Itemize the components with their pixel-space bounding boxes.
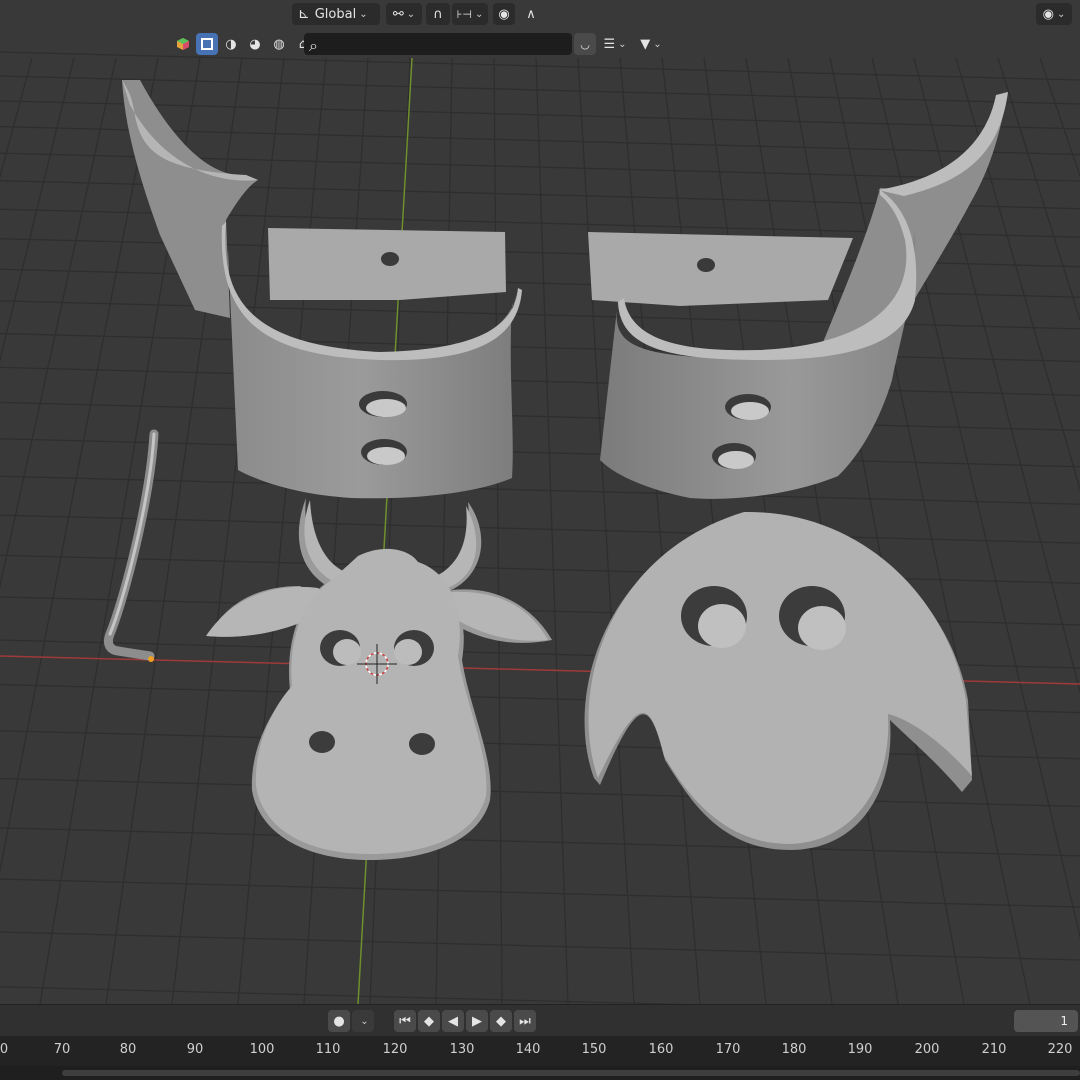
arc-icon: ◡ bbox=[580, 37, 590, 51]
ruler-tick-130: 130 bbox=[449, 1042, 475, 1057]
orientation-label: Global bbox=[314, 6, 357, 22]
falloff-dropdown[interactable]: ∧ bbox=[517, 3, 545, 25]
select-mode-bar: ◑ ◕ ◍ ⌂ bbox=[172, 33, 314, 55]
timeline-scrollbar[interactable] bbox=[0, 1066, 1080, 1080]
viewport-canvas[interactable] bbox=[0, 0, 1080, 1016]
overlay-visibility-dropdown[interactable]: ◉ ⌄ bbox=[1036, 3, 1072, 25]
ruler-tick-120: 120 bbox=[382, 1042, 408, 1057]
orientation-axis-icon: ⊾ bbox=[298, 6, 310, 22]
ruler-tick-0: 0 bbox=[0, 1042, 9, 1057]
next-keyframe-button[interactable]: ◆ bbox=[490, 1010, 512, 1032]
chevron-down-icon: ⌄ bbox=[474, 8, 484, 20]
snap-increment-icon: ⊦⊣ bbox=[456, 7, 472, 21]
ruler-tick-170: 170 bbox=[715, 1042, 741, 1057]
3d-viewport[interactable]: ⊾ Global ⌄ ⚯ ⌄ ∩ ⊦⊣ ⌄ ◉ ∧ ◉ ⌄ ◑ ◕ ◍ ⌂ ⌕ ◡ ☰… bbox=[0, 0, 1080, 1016]
record-icon: ● bbox=[333, 1013, 345, 1029]
keying-dropdown[interactable]: ⌄ bbox=[352, 1010, 374, 1032]
frame-ruler[interactable]: 0 70 80 90 100 110 120 130 140 150 160 170 180 190 200… bbox=[0, 1036, 1080, 1066]
magnet-snap-icon: ∩ bbox=[433, 6, 443, 22]
chevron-down-icon: ⌄ bbox=[359, 8, 368, 20]
shading-icon[interactable]: ◑ bbox=[220, 33, 242, 55]
vertex-select-icon[interactable] bbox=[196, 33, 218, 55]
prev-keyframe-icon: ◆ bbox=[424, 1013, 434, 1029]
ruler-tick-80: 80 bbox=[119, 1042, 137, 1057]
ruler-tick-160: 160 bbox=[648, 1042, 674, 1057]
ruler-tick-110: 110 bbox=[315, 1042, 341, 1057]
record-keyframe-button[interactable]: ● bbox=[328, 1010, 350, 1032]
current-frame-field[interactable]: 1 bbox=[1014, 1010, 1078, 1032]
scrollbar-thumb[interactable] bbox=[62, 1070, 1080, 1076]
next-keyframe-icon: ◆ bbox=[496, 1013, 506, 1029]
current-frame-value: 1 bbox=[1060, 1014, 1068, 1028]
play-icon: ▶ bbox=[472, 1013, 482, 1029]
chevron-down-icon: ⌄ bbox=[360, 1015, 369, 1027]
ruler-tick-210: 210 bbox=[981, 1042, 1007, 1057]
playback-controls: ● ⌄ ⏮ ◆ ◀ ▶ ◆ ⏭ bbox=[328, 1010, 536, 1032]
prev-keyframe-button[interactable]: ◆ bbox=[418, 1010, 440, 1032]
jump-start-icon: ⏮ bbox=[399, 1013, 411, 1029]
chevron-down-icon: ⌄ bbox=[406, 8, 416, 20]
chevron-down-icon: ⌄ bbox=[653, 38, 662, 50]
filter-dropdown[interactable]: ▼ ⌄ bbox=[634, 33, 668, 55]
jump-end-icon: ⏭ bbox=[519, 1013, 531, 1029]
outliner-view-icon: ☰ bbox=[603, 36, 616, 52]
pivot-link-icon: ⚯ bbox=[392, 6, 404, 22]
ruler-tick-140: 140 bbox=[515, 1042, 541, 1057]
play-reverse-icon: ◀ bbox=[448, 1013, 458, 1029]
search-input[interactable] bbox=[326, 36, 560, 52]
proportional-edit-toggle[interactable]: ◉ bbox=[493, 3, 515, 25]
timeline-header: ● ⌄ ⏮ ◆ ◀ ▶ ◆ ⏭ 1 bbox=[0, 1004, 1080, 1037]
filter-icon: ▼ bbox=[640, 36, 651, 52]
ruler-tick-180: 180 bbox=[781, 1042, 807, 1057]
jump-start-button[interactable]: ⏮ bbox=[394, 1010, 416, 1032]
search-field[interactable]: ⌕ bbox=[304, 33, 572, 55]
chevron-down-icon: ⌄ bbox=[1056, 8, 1066, 20]
ruler-tick-220: 220 bbox=[1047, 1042, 1073, 1057]
ruler-tick-190: 190 bbox=[847, 1042, 873, 1057]
transform-orientation-dropdown[interactable]: ⊾ Global ⌄ bbox=[292, 3, 380, 25]
ruler-tick-200: 200 bbox=[914, 1042, 940, 1057]
ruler-tick-100: 100 bbox=[249, 1042, 275, 1057]
display-mode-dropdown[interactable]: ☰ ⌄ bbox=[598, 33, 632, 55]
search-icon: ⌕ bbox=[309, 36, 318, 55]
timeline-editor[interactable]: ● ⌄ ⏮ ◆ ◀ ▶ ◆ ⏭ 1 0 70 80 90 100 110 120 130 140… bbox=[0, 1004, 1080, 1080]
chevron-down-icon: ⌄ bbox=[618, 38, 627, 50]
falloff-curve-icon: ∧ bbox=[526, 6, 536, 22]
ruler-tick-90: 90 bbox=[186, 1042, 204, 1057]
render-icon[interactable]: ◍ bbox=[268, 33, 290, 55]
proportional-edit-icon: ◉ bbox=[498, 6, 510, 22]
jump-end-button[interactable]: ⏭ bbox=[514, 1010, 536, 1032]
play-reverse-button[interactable]: ◀ bbox=[442, 1010, 464, 1032]
ruler-tick-70: 70 bbox=[53, 1042, 71, 1057]
play-button[interactable]: ▶ bbox=[466, 1010, 488, 1032]
snap-target-dropdown[interactable]: ⊦⊣ ⌄ bbox=[452, 3, 488, 25]
ruler-tick-150: 150 bbox=[581, 1042, 607, 1057]
object-mode-icon[interactable] bbox=[172, 33, 194, 55]
match-case-toggle[interactable]: ◡ bbox=[574, 33, 596, 55]
pivot-point-dropdown[interactable]: ⚯ ⌄ bbox=[386, 3, 422, 25]
eye-visibility-icon: ◉ bbox=[1042, 6, 1054, 22]
snap-toggle[interactable]: ∩ bbox=[426, 3, 450, 25]
material-icon[interactable]: ◕ bbox=[244, 33, 266, 55]
